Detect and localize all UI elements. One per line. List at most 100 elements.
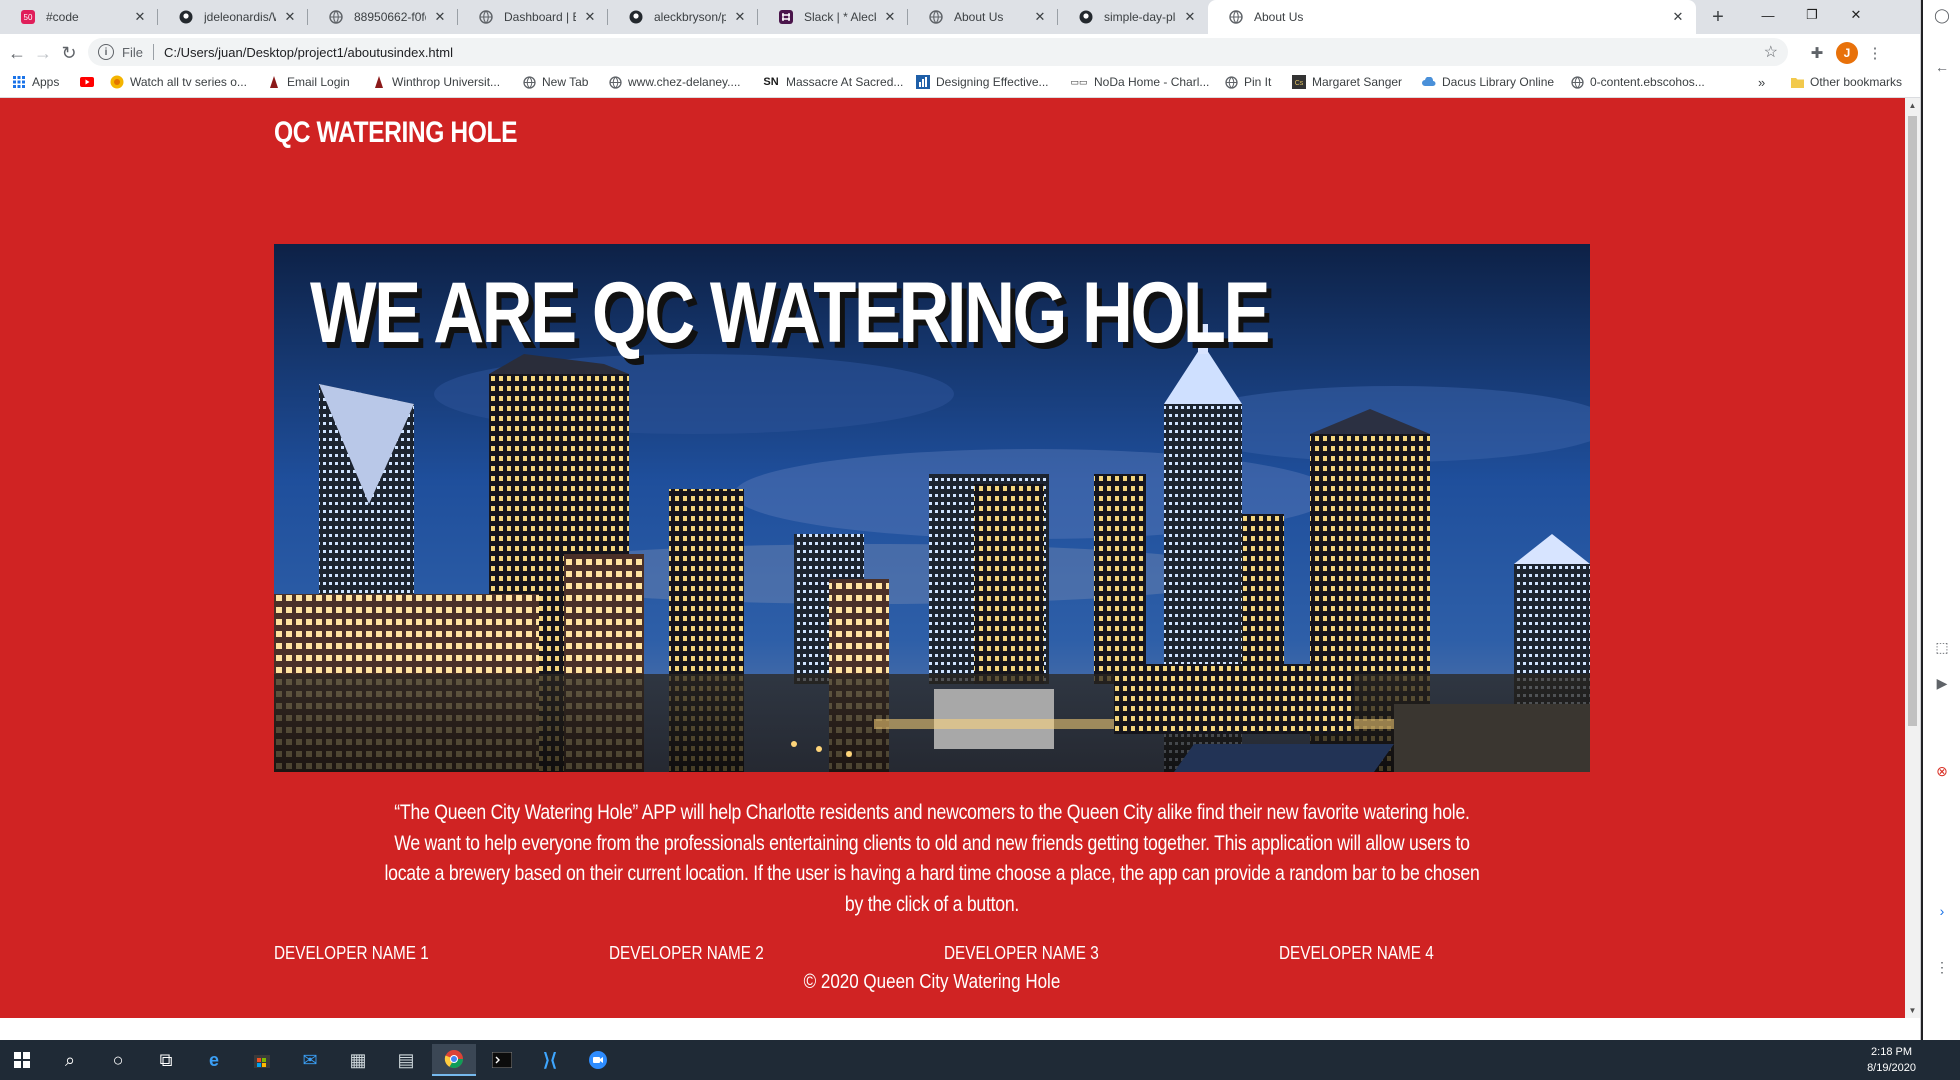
other-bookmarks[interactable]: Other bookmarks [1790, 75, 1902, 89]
github-icon [178, 9, 194, 25]
github-icon [628, 9, 644, 25]
bookmark-label: Apps [32, 75, 60, 89]
close-tab-icon[interactable]: ✕ [1182, 9, 1198, 25]
minimize-icon[interactable]: — [1746, 0, 1790, 30]
close-tab-icon[interactable]: ✕ [432, 9, 448, 25]
bookmark-label: Winthrop Universit... [392, 75, 501, 89]
task-view-icon[interactable]: ⧉ [144, 1044, 188, 1076]
zoom-icon[interactable] [576, 1044, 620, 1076]
browser-toolbar: ← → ↻ i File C:/Users/juan/Desktop/proje… [0, 34, 1920, 70]
reload-icon[interactable]: ↻ [56, 40, 82, 66]
profile-avatar[interactable]: J [1836, 42, 1858, 64]
close-tab-icon[interactable]: ✕ [1670, 9, 1686, 25]
back-arrow-icon[interactable]: ← [4, 40, 30, 66]
bookmarks-overflow-button[interactable]: » [1758, 75, 1765, 90]
back-arrow-icon[interactable]: ← [1931, 56, 1953, 78]
bookmark-email-login[interactable]: Email Login [267, 75, 350, 89]
error-icon[interactable]: ⊗ [1931, 760, 1953, 782]
browser-tab[interactable]: Dashboard | Bootcamp ✕ [458, 0, 608, 34]
bookmark-pin-it[interactable]: Pin It [1224, 75, 1271, 89]
bookmark-new-tab[interactable]: New Tab [522, 75, 588, 89]
bookmark-margaret-sanger[interactable]: Cs Margaret Sanger [1292, 75, 1402, 89]
browser-tab[interactable]: About Us ✕ [908, 0, 1058, 34]
browser-tab[interactable]: 88950662-f0fd9500-d2 ✕ [308, 0, 458, 34]
windows-start-icon[interactable] [0, 1044, 44, 1076]
close-tab-icon[interactable]: ✕ [732, 9, 748, 25]
browser-tab[interactable]: Slack | * Aleck Tuluengi ✕ [758, 0, 908, 34]
devtools-menu-icon[interactable]: ⋮ [1931, 956, 1953, 978]
tab-title: simple-day-planner/inc [1104, 10, 1176, 24]
chevron-right-icon[interactable]: › [1931, 900, 1953, 922]
page-scrollbar[interactable]: ▲ ▼ [1905, 98, 1920, 1018]
cortana-icon[interactable]: ○ [96, 1044, 140, 1076]
winthrop-icon [372, 75, 386, 89]
info-icon[interactable]: i [98, 44, 114, 60]
bookmark-star-icon[interactable]: ☆ [1764, 42, 1778, 62]
bookmark-designing-effective[interactable]: Designing Effective... [916, 75, 1049, 89]
cloud-icon [1422, 75, 1436, 89]
vscode-icon[interactable]: ⟩⟨ [528, 1044, 572, 1076]
clock-date: 8/19/2020 [1867, 1062, 1916, 1074]
chrome-icon[interactable] [432, 1044, 476, 1076]
close-tab-icon[interactable]: ✕ [1032, 9, 1048, 25]
bookmark-label: NoDa Home - Charl... [1094, 75, 1210, 89]
store-icon[interactable] [240, 1044, 284, 1076]
scroll-up-arrow-icon[interactable]: ▲ [1905, 98, 1920, 113]
bookmark-youtube[interactable] [80, 75, 100, 89]
sn-icon: SN [763, 76, 779, 88]
scroll-down-arrow-icon[interactable]: ▼ [1905, 1003, 1920, 1018]
edge-icon[interactable]: e [192, 1044, 236, 1076]
browser-tab[interactable]: jdeleonardis/Weather-D ✕ [158, 0, 308, 34]
browser-tab[interactable]: aleckbryson/project1 ✕ [608, 0, 758, 34]
bookmark-noda-home[interactable]: ▭▭ NoDa Home - Charl... [1070, 75, 1209, 89]
browser-tab[interactable]: simple-day-planner/inc ✕ [1058, 0, 1208, 34]
close-window-icon[interactable]: ✕ [1834, 0, 1878, 30]
bookmark-chez-delaney[interactable]: www.chez-delaney.... [608, 75, 741, 89]
bookmark-label: Email Login [287, 75, 350, 89]
bookmark-massacre[interactable]: SN Massacre At Sacred... [762, 75, 903, 89]
close-tab-icon[interactable]: ✕ [582, 9, 598, 25]
browser-tab[interactable]: 50 #code ✕ [0, 0, 158, 34]
search-icon[interactable]: ⌕ [48, 1044, 92, 1076]
bookmark-ebscohost[interactable]: 0-content.ebscohos... [1570, 75, 1705, 89]
browser-tab-active[interactable]: About Us ✕ [1208, 0, 1696, 34]
address-url[interactable]: C:/Users/juan/Desktop/project1/aboutusin… [164, 45, 453, 60]
terminal-icon[interactable] [480, 1044, 524, 1076]
close-tab-icon[interactable]: ✕ [882, 9, 898, 25]
system-clock[interactable]: 2:18 PM 8/19/2020 [1867, 1044, 1916, 1076]
device-toggle-icon[interactable]: ▶ [1931, 672, 1953, 694]
forward-arrow-icon[interactable]: → [30, 40, 56, 66]
photos-icon[interactable]: ▦ [336, 1044, 380, 1076]
bookmark-label: New Tab [542, 75, 589, 89]
inspect-element-icon[interactable]: ⬚ [1931, 636, 1953, 658]
globe-icon [1570, 75, 1584, 89]
menu-kebab-icon[interactable]: ⋮ [1864, 42, 1886, 64]
tab-strip: 50 #code ✕ jdeleonardis/Weather-D ✕ 8895… [0, 0, 1920, 34]
extensions-puzzle-icon[interactable]: ✚ [1806, 42, 1828, 64]
devtools-circle-icon[interactable]: ◯ [1931, 4, 1953, 26]
mail-icon[interactable]: ✉ [288, 1044, 332, 1076]
bookmark-label: www.chez-delaney.... [628, 75, 741, 89]
devtools-sidebar: ◯ ← ⬚ ▶ ⊗ › ⋮ [1923, 0, 1960, 1040]
tv-icon [110, 75, 124, 89]
close-tab-icon[interactable]: ✕ [132, 9, 148, 25]
bookmark-apps[interactable]: Apps [12, 75, 59, 89]
globe-icon [478, 9, 494, 25]
address-scheme-label: File [122, 44, 143, 60]
windows-taskbar: ⌕ ○ ⧉ e ✉ ▦ ▤ ⟩⟨ 2:18 PM 8/19/2020 [0, 1040, 1960, 1080]
github-icon [1078, 9, 1094, 25]
close-tab-icon[interactable]: ✕ [282, 9, 298, 25]
site-brand[interactable]: QC WATERING HOLE [274, 116, 518, 150]
bookmark-label: 0-content.ebscohos... [1590, 75, 1705, 89]
bookmark-winthrop[interactable]: Winthrop Universit... [372, 75, 500, 89]
apps-grid-icon [12, 75, 26, 89]
app-icon[interactable]: ▤ [384, 1044, 428, 1076]
bookmark-dacus-library[interactable]: Dacus Library Online [1422, 75, 1554, 89]
new-tab-button[interactable]: + [1706, 6, 1730, 28]
hero-banner: WE ARE QC WATERING HOLE [274, 244, 1590, 772]
scroll-thumb[interactable] [1908, 116, 1917, 726]
restore-icon[interactable]: ❐ [1790, 0, 1834, 30]
bookmark-tv-series[interactable]: Watch all tv series o... [110, 75, 247, 89]
footer-copyright: © 2020 Queen City Watering Hole [0, 971, 1864, 994]
address-bar[interactable]: i File C:/Users/juan/Desktop/project1/ab… [88, 38, 1788, 66]
